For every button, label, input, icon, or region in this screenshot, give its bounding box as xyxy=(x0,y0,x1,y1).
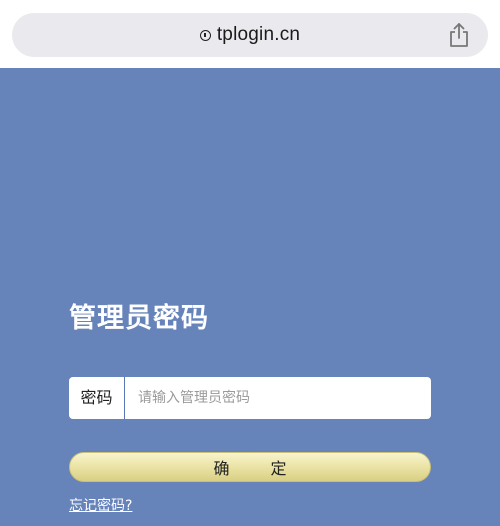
address-bar[interactable]: tplogin.cn xyxy=(12,13,488,57)
confirm-button[interactable]: 确 定 xyxy=(69,452,431,482)
password-row: 密码 xyxy=(69,377,431,419)
share-icon[interactable] xyxy=(448,22,470,48)
password-label: 密码 xyxy=(69,377,125,419)
login-panel: 管理员密码 密码 确 定 忘记密码? xyxy=(0,68,500,526)
password-input[interactable] xyxy=(126,377,426,419)
address-content: tplogin.cn xyxy=(12,13,488,57)
forgot-password-link[interactable]: 忘记密码? xyxy=(69,495,132,515)
page-title: 管理员密码 xyxy=(69,303,209,334)
info-icon[interactable] xyxy=(199,29,211,41)
browser-top-bar: tplogin.cn xyxy=(0,0,500,68)
url-text[interactable]: tplogin.cn xyxy=(217,24,300,46)
